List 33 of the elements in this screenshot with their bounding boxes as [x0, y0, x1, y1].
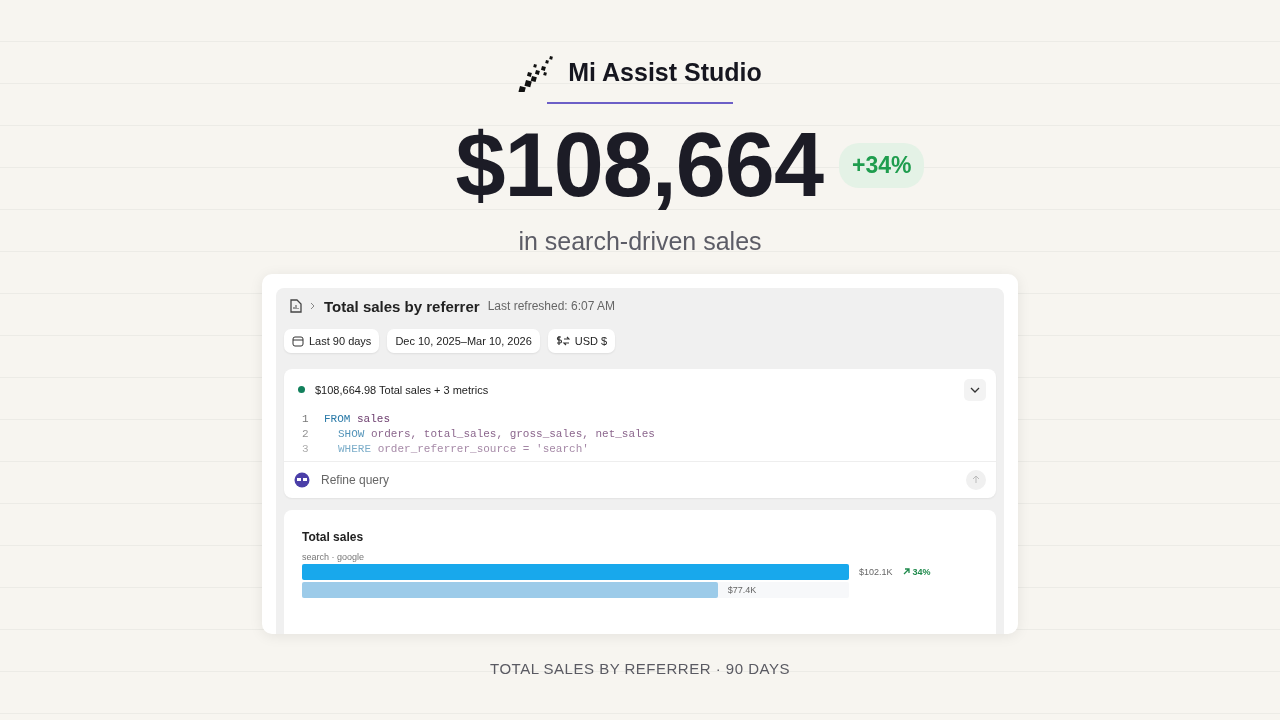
chevron-right-icon: [310, 302, 316, 310]
sales-caption: in search-driven sales: [518, 226, 762, 256]
line-number: 3: [302, 442, 310, 455]
robot-avatar-icon: [294, 471, 310, 488]
send-button[interactable]: [966, 469, 986, 490]
status-dot: [298, 386, 305, 393]
line-number: 1: [302, 412, 310, 425]
code-line: WHERE order_referrer_source = 'search': [337, 442, 589, 455]
collapse-button[interactable]: [964, 378, 986, 401]
bar-change: 34%: [912, 566, 931, 577]
chevron-down-icon: [970, 386, 980, 393]
arrow-up-icon: [972, 475, 980, 484]
refresh-time: Last refreshed: 6:07 AM: [487, 299, 616, 313]
currency-exchange-icon: [555, 334, 570, 347]
code-line: FROM sales: [324, 412, 391, 425]
bar-value: $102.1K: [859, 566, 893, 577]
change-badge: +34%: [838, 142, 925, 188]
bar-value: $77.4K: [727, 584, 757, 595]
sales-amount: $108,664: [455, 118, 823, 213]
bar-label: search · google: [302, 551, 366, 562]
line-number: 2: [302, 427, 310, 440]
code-line: SHOW orders, total_sales, gross_sales, net_sales: [337, 427, 655, 440]
query-summary: $108,664.98 Total sales + 3 metrics: [315, 383, 490, 396]
filter-button[interactable]: Last 90 days: [284, 328, 380, 353]
filter-button[interactable]: Dec 10, 2025–Mar 10, 2026: [387, 328, 540, 353]
arrow-up-right-icon: [902, 568, 910, 575]
document-icon: [290, 299, 302, 313]
report-title: Total sales by referrer: [324, 297, 480, 315]
chart-title: Total sales: [302, 529, 365, 544]
filter-button[interactable]: USD $: [547, 328, 616, 353]
calendar-icon: [292, 334, 304, 347]
brand-name: Mi Assist Studio: [568, 57, 762, 87]
footer-caption: TOTAL SALES BY REFERRER · 90 DAYS: [490, 659, 790, 677]
